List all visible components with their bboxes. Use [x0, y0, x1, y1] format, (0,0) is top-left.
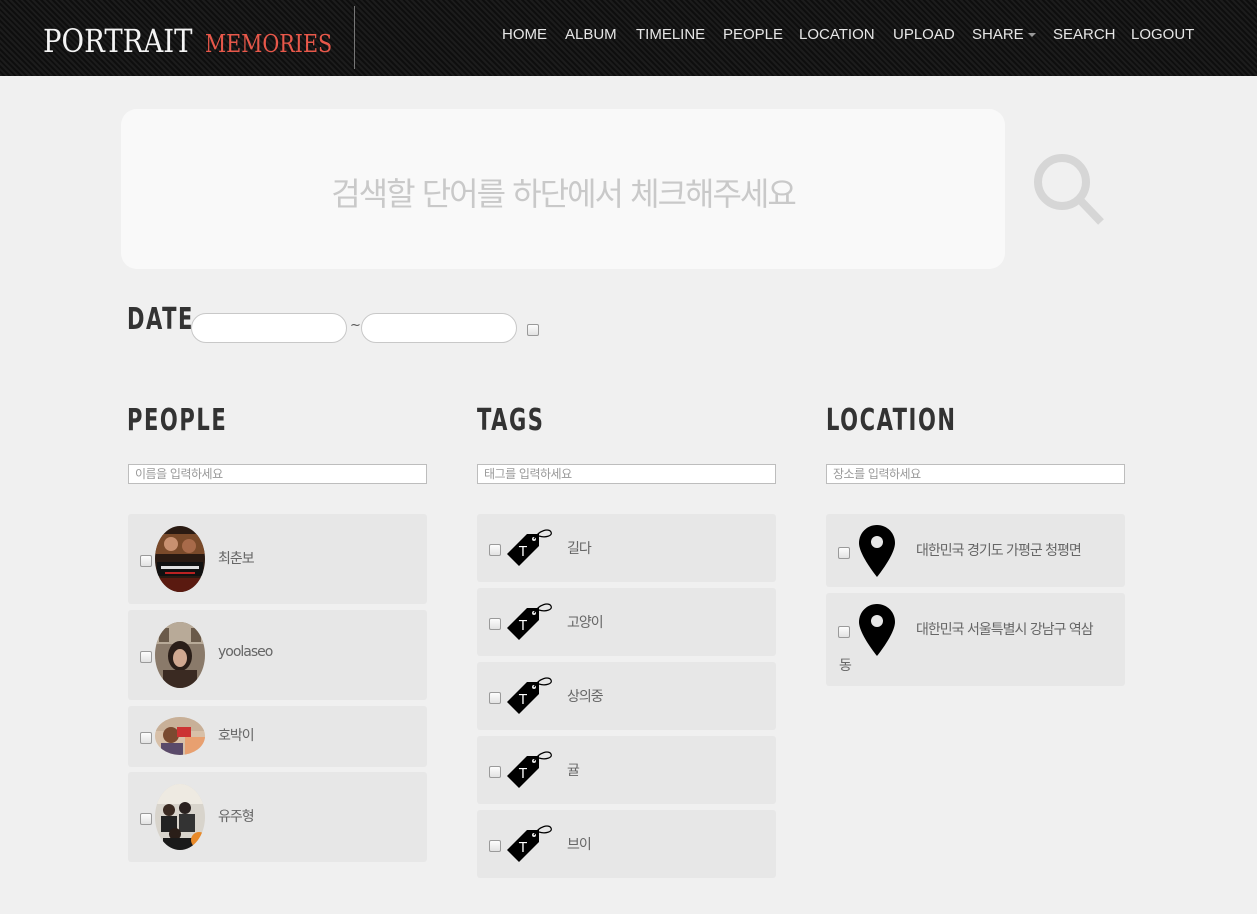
brand-sub-text: MEMORIES: [205, 30, 333, 58]
brand-logo[interactable]: PORTRAIT MEMORIES: [43, 22, 332, 60]
people-card[interactable]: 호박이: [128, 706, 427, 767]
tags-filter-input[interactable]: 태그를 입력하세요: [477, 464, 776, 484]
tag-icon-letter: T: [518, 767, 527, 782]
people-name: 유주형: [218, 809, 255, 825]
people-title: PEOPLE: [127, 403, 228, 438]
magnifier-icon[interactable]: [1028, 150, 1108, 230]
tag-name: 상의중: [567, 689, 604, 705]
tag-name: 브이: [567, 837, 592, 853]
people-checkbox[interactable]: [140, 813, 152, 825]
avatar-photo: [155, 622, 205, 688]
search-placeholder: 검색할 단어를 하단에서 체크해주세요: [331, 175, 797, 213]
tag-name: 귤: [567, 763, 580, 779]
tag-card[interactable]: T 귤: [477, 736, 776, 804]
tag-card[interactable]: T 길다: [477, 514, 776, 582]
tag-name: 고양이: [567, 615, 604, 631]
nav-share[interactable]: SHARE: [972, 26, 1036, 43]
tag-card[interactable]: T 상의중: [477, 662, 776, 730]
location-name-line2: 동: [839, 658, 852, 674]
nav-album[interactable]: ALBUM: [565, 26, 617, 43]
location-checkbox[interactable]: [838, 626, 850, 638]
date-from-input[interactable]: [191, 313, 347, 343]
people-name: yoolaseo: [218, 644, 273, 660]
map-pin-icon: [859, 525, 895, 577]
avatar-photo: [155, 784, 205, 850]
avatar-photo: [155, 717, 205, 755]
tags-title: TAGS: [477, 403, 545, 438]
tag-checkbox[interactable]: [489, 544, 501, 556]
tag-checkbox[interactable]: [489, 692, 501, 704]
tag-icon-letter: T: [518, 693, 527, 708]
avatar-photo: [155, 526, 205, 592]
nav-upload[interactable]: UPLOAD: [893, 26, 955, 43]
tag-checkbox[interactable]: [489, 840, 501, 852]
tag-checkbox[interactable]: [489, 766, 501, 778]
avatar: [155, 526, 205, 592]
nav-search[interactable]: SEARCH: [1053, 26, 1116, 43]
brand-divider: [354, 6, 355, 69]
location-title: LOCATION: [826, 403, 957, 438]
nav-timeline[interactable]: TIMELINE: [636, 26, 705, 43]
map-pin-icon: [859, 604, 895, 656]
people-name: 최춘보: [218, 551, 255, 567]
people-checkbox[interactable]: [140, 651, 152, 663]
people-checkbox[interactable]: [140, 555, 152, 567]
tag-icon: T: [507, 603, 552, 640]
date-separator: ~: [350, 318, 361, 333]
tag-icon: T: [507, 677, 552, 714]
nav-logout[interactable]: LOGOUT: [1131, 26, 1194, 43]
nav-home[interactable]: HOME: [502, 26, 547, 43]
tag-icon-letter: T: [518, 619, 527, 634]
people-checkbox[interactable]: [140, 732, 152, 744]
location-name: 대한민국 경기도 가평군 청평면: [916, 543, 1082, 559]
date-to-input[interactable]: [361, 313, 517, 343]
tag-card[interactable]: T 고양이: [477, 588, 776, 656]
people-card[interactable]: 최춘보: [128, 514, 427, 604]
tag-icon-letter: T: [518, 841, 527, 856]
people-filter-input[interactable]: 이름을 입력하세요: [128, 464, 427, 484]
people-card[interactable]: 유주형: [128, 772, 427, 862]
location-card[interactable]: 대한민국 서울특별시 강남구 역삼 동: [826, 593, 1125, 686]
location-filter-input[interactable]: 장소를 입력하세요: [826, 464, 1125, 484]
tag-icon: T: [507, 751, 552, 788]
date-title: DATE: [127, 302, 194, 337]
tag-icon-letter: T: [518, 545, 527, 560]
tag-checkbox[interactable]: [489, 618, 501, 630]
tag-icon: T: [507, 825, 552, 862]
tag-card[interactable]: T 브이: [477, 810, 776, 878]
nav-people[interactable]: PEOPLE: [723, 26, 783, 43]
people-card[interactable]: yoolaseo: [128, 610, 427, 700]
tag-name: 길다: [567, 541, 592, 557]
location-name-line1: 대한민국 서울특별시 강남구 역삼: [916, 622, 1094, 638]
tag-icon: T: [507, 529, 552, 566]
search-box[interactable]: 검색할 단어를 하단에서 체크해주세요: [121, 109, 1005, 269]
date-checkbox[interactable]: [527, 324, 539, 336]
brand-main-text: PORTRAIT: [43, 22, 193, 60]
nav-location[interactable]: LOCATION: [799, 26, 875, 43]
location-card[interactable]: 대한민국 경기도 가평군 청평면: [826, 514, 1125, 587]
nav-share-label: SHARE: [972, 26, 1024, 43]
people-name: 호박이: [218, 728, 255, 744]
location-checkbox[interactable]: [838, 547, 850, 559]
avatar: [155, 784, 205, 850]
avatar: [155, 622, 205, 688]
top-navbar: PORTRAIT MEMORIES HOME ALBUM TIMELINE PE…: [0, 0, 1257, 76]
avatar: [155, 717, 205, 755]
caret-down-icon: [1027, 33, 1036, 38]
